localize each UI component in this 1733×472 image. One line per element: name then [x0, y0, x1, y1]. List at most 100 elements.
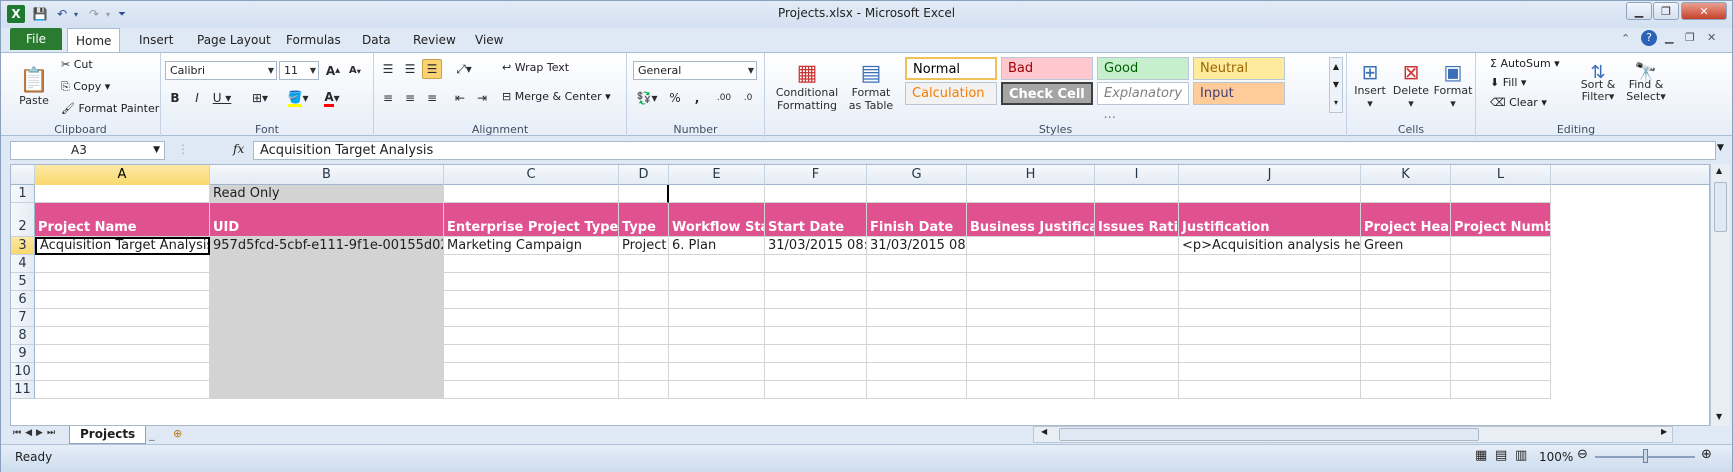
zoom-level[interactable]: 100%	[1539, 450, 1573, 464]
expand-formula-icon[interactable]: ▼	[1717, 143, 1724, 153]
wrap-text-button[interactable]: ↩ Wrap Text	[502, 61, 569, 74]
font-color-button[interactable]: A ▾	[317, 88, 347, 108]
cell-d10[interactable]	[619, 363, 669, 381]
cell-d8[interactable]	[619, 327, 669, 345]
cell-b11[interactable]	[210, 381, 444, 399]
row-header-7[interactable]: 7	[11, 309, 35, 327]
scroll-left-icon[interactable]: ◀	[1041, 427, 1055, 436]
percent-icon[interactable]: %	[665, 88, 685, 108]
cell-i3[interactable]	[1095, 237, 1179, 255]
cell-i9[interactable]	[1095, 345, 1179, 363]
cell-j3[interactable]: <p>Acquisition analysis helps in	[1179, 237, 1361, 255]
cell-h11[interactable]	[967, 381, 1095, 399]
cell-style-input[interactable]: Input	[1193, 82, 1285, 105]
cell-f8[interactable]	[765, 327, 867, 345]
cell-c8[interactable]	[444, 327, 619, 345]
clear-button[interactable]: ⌫ Clear ▾	[1490, 96, 1547, 109]
cell-k3[interactable]: Green	[1361, 237, 1451, 255]
row-header-10[interactable]: 10	[11, 363, 35, 381]
cell-j8[interactable]	[1179, 327, 1361, 345]
header-cell-e[interactable]: Workflow Stage	[669, 203, 765, 237]
row-header-6[interactable]: 6	[11, 291, 35, 309]
name-box[interactable]: A3 ▼	[10, 141, 165, 160]
row-header-4[interactable]: 4	[11, 255, 35, 273]
merge-center-button[interactable]: ⊟ Merge & Center ▾	[502, 90, 611, 103]
borders-button[interactable]: ⊞ ▾	[245, 88, 275, 108]
cell-l1[interactable]	[1451, 185, 1551, 203]
help-icon[interactable]: ?	[1641, 30, 1657, 46]
column-header-f[interactable]: F	[765, 165, 867, 185]
cell-style-neutral[interactable]: Neutral	[1193, 57, 1285, 80]
zoom-slider-thumb[interactable]	[1643, 449, 1648, 463]
autosum-button[interactable]: Σ AutoSum ▾	[1490, 57, 1560, 70]
cell-g10[interactable]	[867, 363, 967, 381]
cell-b3[interactable]: 957d5fcd-5cbf-e111-9f1e-00155d022681	[210, 237, 444, 255]
header-cell-d[interactable]: Type	[619, 203, 669, 237]
cell-e5[interactable]	[669, 273, 765, 291]
formula-bar-toggle-icon[interactable]: ⋮	[177, 142, 189, 156]
cell-l7[interactable]	[1451, 309, 1551, 327]
cell-c6[interactable]	[444, 291, 619, 309]
cell-b5[interactable]	[210, 273, 444, 291]
row-header-11[interactable]: 11	[11, 381, 35, 399]
font-name-combo[interactable]: Calibri ▼	[165, 61, 277, 80]
tab-file[interactable]: File	[10, 28, 62, 50]
cell-d1[interactable]	[619, 185, 669, 203]
cell-b6[interactable]	[210, 291, 444, 309]
normal-view-icon[interactable]: ▦	[1475, 448, 1487, 463]
tab-formulas[interactable]: Formulas	[278, 28, 349, 52]
cell-c11[interactable]	[444, 381, 619, 399]
header-cell-i[interactable]: Issues Rating	[1095, 203, 1179, 237]
cell-l3[interactable]	[1451, 237, 1551, 255]
cell-e6[interactable]	[669, 291, 765, 309]
conditional-formatting-button[interactable]: ▦ Conditional Formatting	[775, 55, 839, 117]
delete-cells-button[interactable]: ⊠ Delete ▾	[1391, 55, 1431, 115]
cell-h5[interactable]	[967, 273, 1095, 291]
increase-decimal-icon[interactable]: .00	[713, 88, 735, 108]
restore-icon[interactable]: ❐	[1653, 2, 1679, 20]
cell-a1[interactable]	[35, 185, 210, 203]
column-header-j[interactable]: J	[1179, 165, 1361, 185]
cell-e1[interactable]	[669, 185, 765, 203]
decrease-indent-icon[interactable]: ⇤	[450, 88, 470, 108]
italic-button[interactable]: I	[187, 88, 207, 108]
cell-style-bad[interactable]: Bad	[1001, 57, 1093, 80]
row-header-9[interactable]: 9	[11, 345, 35, 363]
cell-f6[interactable]	[765, 291, 867, 309]
cell-e9[interactable]	[669, 345, 765, 363]
tab-review[interactable]: Review	[405, 28, 464, 52]
cell-d9[interactable]	[619, 345, 669, 363]
sheet-tab-projects[interactable]: Projects	[69, 426, 147, 444]
decrease-decimal-icon[interactable]: .0	[737, 88, 759, 108]
scroll-down-icon[interactable]: ▼	[1716, 412, 1722, 421]
row-header-1[interactable]: 1	[11, 185, 35, 203]
cell-c7[interactable]	[444, 309, 619, 327]
cell-d7[interactable]	[619, 309, 669, 327]
cell-i10[interactable]	[1095, 363, 1179, 381]
close-icon[interactable]: ✕	[1681, 2, 1727, 20]
align-middle-icon[interactable]: ☰	[400, 59, 420, 79]
cell-g4[interactable]	[867, 255, 967, 273]
currency-icon[interactable]: 💱▾	[633, 88, 661, 108]
cell-l6[interactable]	[1451, 291, 1551, 309]
cell-d5[interactable]	[619, 273, 669, 291]
cell-k7[interactable]	[1361, 309, 1451, 327]
cell-f1[interactable]	[765, 185, 867, 203]
cell-k6[interactable]	[1361, 291, 1451, 309]
cell-l10[interactable]	[1451, 363, 1551, 381]
cell-h1[interactable]	[967, 185, 1095, 203]
row-header-2[interactable]: 2	[11, 203, 35, 237]
sort-filter-button[interactable]: ⇅ Sort & Filter▾	[1576, 55, 1620, 115]
header-cell-c[interactable]: Enterprise Project Type Name	[444, 203, 619, 237]
align-left-icon[interactable]: ≡	[378, 88, 398, 108]
workbook-minimize-icon[interactable]: ▁	[1665, 31, 1673, 44]
cell-b10[interactable]	[210, 363, 444, 381]
cell-style-calculation[interactable]: Calculation	[905, 82, 997, 105]
copy-button[interactable]: ⎘ Copy ▾	[61, 80, 110, 94]
shrink-font-button[interactable]: A ▾	[345, 61, 365, 80]
vertical-scrollbar[interactable]: ▲ ▼	[1710, 164, 1730, 426]
cell-i8[interactable]	[1095, 327, 1179, 345]
cell-c4[interactable]	[444, 255, 619, 273]
tab-home[interactable]: Home	[67, 28, 121, 53]
cell-e7[interactable]	[669, 309, 765, 327]
